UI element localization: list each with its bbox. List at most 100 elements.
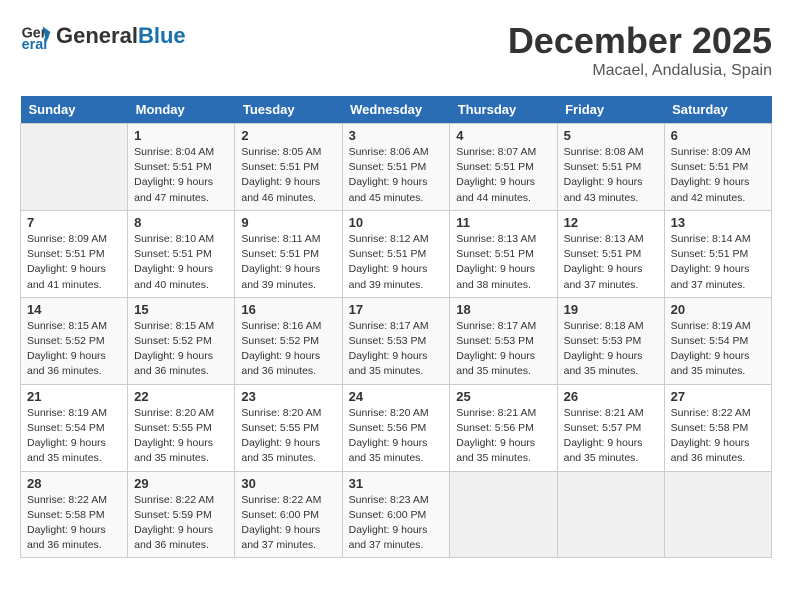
day-info: Sunrise: 8:10 AMSunset: 5:51 PMDaylight:… <box>134 232 228 293</box>
day-info: Sunrise: 8:22 AMSunset: 5:58 PMDaylight:… <box>27 493 121 554</box>
calendar-cell: 3 Sunrise: 8:06 AMSunset: 5:51 PMDaylight… <box>342 124 450 211</box>
day-info: Sunrise: 8:21 AMSunset: 5:57 PMDaylight:… <box>564 406 658 467</box>
weekday-header-sunday: Sunday <box>21 96 128 124</box>
weekday-header-thursday: Thursday <box>450 96 557 124</box>
calendar-table: SundayMondayTuesdayWednesdayThursdayFrid… <box>20 96 772 558</box>
day-info: Sunrise: 8:20 AMSunset: 5:55 PMDaylight:… <box>241 406 335 467</box>
day-info: Sunrise: 8:18 AMSunset: 5:53 PMDaylight:… <box>564 319 658 380</box>
day-number: 15 <box>134 302 228 317</box>
calendar-cell: 29 Sunrise: 8:22 AMSunset: 5:59 PMDayligh… <box>128 471 235 558</box>
day-info: Sunrise: 8:04 AMSunset: 5:51 PMDaylight:… <box>134 145 228 206</box>
day-number: 25 <box>456 389 550 404</box>
day-info: Sunrise: 8:22 AMSunset: 5:59 PMDaylight:… <box>134 493 228 554</box>
logo: Gen eral GeneralBlue <box>20 20 186 52</box>
day-number: 17 <box>349 302 444 317</box>
day-number: 12 <box>564 215 658 230</box>
day-number: 27 <box>671 389 765 404</box>
day-info: Sunrise: 8:08 AMSunset: 5:51 PMDaylight:… <box>564 145 658 206</box>
calendar-cell: 8 Sunrise: 8:10 AMSunset: 5:51 PMDaylight… <box>128 210 235 297</box>
calendar-cell: 19 Sunrise: 8:18 AMSunset: 5:53 PMDayligh… <box>557 297 664 384</box>
day-number: 28 <box>27 476 121 491</box>
calendar-cell: 7Sunrise: 8:09 AMSunset: 5:51 PMDaylight… <box>21 210 128 297</box>
weekday-header-wednesday: Wednesday <box>342 96 450 124</box>
day-number: 1 <box>134 128 228 143</box>
calendar-cell: 23 Sunrise: 8:20 AMSunset: 5:55 PMDayligh… <box>235 384 342 471</box>
day-number: 4 <box>456 128 550 143</box>
day-info: Sunrise: 8:17 AMSunset: 5:53 PMDaylight:… <box>349 319 444 380</box>
day-info: Sunrise: 8:23 AMSunset: 6:00 PMDaylight:… <box>349 493 444 554</box>
day-info: Sunrise: 8:19 AMSunset: 5:54 PMDaylight:… <box>671 319 765 380</box>
logo-icon: Gen eral <box>20 20 52 52</box>
calendar-cell: 18Sunrise: 8:17 AMSunset: 5:53 PMDayligh… <box>450 297 557 384</box>
day-number: 26 <box>564 389 658 404</box>
day-info: Sunrise: 8:12 AMSunset: 5:51 PMDaylight:… <box>349 232 444 293</box>
day-info: Sunrise: 8:15 AMSunset: 5:52 PMDaylight:… <box>27 319 121 380</box>
calendar-cell: 2 Sunrise: 8:05 AMSunset: 5:51 PMDaylight… <box>235 124 342 211</box>
week-row-2: 7Sunrise: 8:09 AMSunset: 5:51 PMDaylight… <box>21 210 772 297</box>
calendar-cell: 6 Sunrise: 8:09 AMSunset: 5:51 PMDaylight… <box>664 124 771 211</box>
calendar-cell: 10 Sunrise: 8:12 AMSunset: 5:51 PMDayligh… <box>342 210 450 297</box>
svg-text:eral: eral <box>22 37 48 52</box>
day-info: Sunrise: 8:16 AMSunset: 5:52 PMDaylight:… <box>241 319 335 380</box>
day-info: Sunrise: 8:14 AMSunset: 5:51 PMDaylight:… <box>671 232 765 293</box>
day-number: 19 <box>564 302 658 317</box>
calendar-title-section: December 2025 Macael, Andalusia, Spain <box>508 20 772 80</box>
calendar-cell: 9 Sunrise: 8:11 AMSunset: 5:51 PMDaylight… <box>235 210 342 297</box>
day-info: Sunrise: 8:05 AMSunset: 5:51 PMDaylight:… <box>241 145 335 206</box>
calendar-cell: 5 Sunrise: 8:08 AMSunset: 5:51 PMDaylight… <box>557 124 664 211</box>
day-number: 6 <box>671 128 765 143</box>
day-number: 30 <box>241 476 335 491</box>
calendar-cell: 27Sunrise: 8:22 AMSunset: 5:58 PMDayligh… <box>664 384 771 471</box>
day-number: 8 <box>134 215 228 230</box>
day-number: 2 <box>241 128 335 143</box>
weekday-header-saturday: Saturday <box>664 96 771 124</box>
calendar-cell: 14Sunrise: 8:15 AMSunset: 5:52 PMDayligh… <box>21 297 128 384</box>
calendar-cell: 28 Sunrise: 8:22 AMSunset: 5:58 PMDayligh… <box>21 471 128 558</box>
calendar-cell: 4Sunrise: 8:07 AMSunset: 5:51 PMDaylight… <box>450 124 557 211</box>
day-number: 3 <box>349 128 444 143</box>
weekday-header-tuesday: Tuesday <box>235 96 342 124</box>
day-info: Sunrise: 8:09 AMSunset: 5:51 PMDaylight:… <box>27 232 121 293</box>
calendar-cell: 20 Sunrise: 8:19 AMSunset: 5:54 PMDayligh… <box>664 297 771 384</box>
day-info: Sunrise: 8:13 AMSunset: 5:51 PMDaylight:… <box>456 232 550 293</box>
day-info: Sunrise: 8:09 AMSunset: 5:51 PMDaylight:… <box>671 145 765 206</box>
day-number: 5 <box>564 128 658 143</box>
week-row-5: 28 Sunrise: 8:22 AMSunset: 5:58 PMDayligh… <box>21 471 772 558</box>
weekday-header-monday: Monday <box>128 96 235 124</box>
day-number: 21 <box>27 389 121 404</box>
calendar-cell <box>450 471 557 558</box>
day-info: Sunrise: 8:21 AMSunset: 5:56 PMDaylight:… <box>456 406 550 467</box>
day-info: Sunrise: 8:11 AMSunset: 5:51 PMDaylight:… <box>241 232 335 293</box>
calendar-cell: 13 Sunrise: 8:14 AMSunset: 5:51 PMDayligh… <box>664 210 771 297</box>
calendar-cell <box>21 124 128 211</box>
day-number: 22 <box>134 389 228 404</box>
day-number: 18 <box>456 302 550 317</box>
calendar-cell: 11 Sunrise: 8:13 AMSunset: 5:51 PMDayligh… <box>450 210 557 297</box>
day-info: Sunrise: 8:06 AMSunset: 5:51 PMDaylight:… <box>349 145 444 206</box>
day-number: 13 <box>671 215 765 230</box>
day-info: Sunrise: 8:20 AMSunset: 5:56 PMDaylight:… <box>349 406 444 467</box>
calendar-cell: 17 Sunrise: 8:17 AMSunset: 5:53 PMDayligh… <box>342 297 450 384</box>
month-title: December 2025 <box>508 20 772 62</box>
calendar-cell: 12 Sunrise: 8:13 AMSunset: 5:51 PMDayligh… <box>557 210 664 297</box>
calendar-cell: 31Sunrise: 8:23 AMSunset: 6:00 PMDayligh… <box>342 471 450 558</box>
logo-text: GeneralBlue <box>56 24 186 48</box>
day-number: 9 <box>241 215 335 230</box>
day-number: 20 <box>671 302 765 317</box>
day-number: 23 <box>241 389 335 404</box>
day-number: 16 <box>241 302 335 317</box>
day-number: 10 <box>349 215 444 230</box>
day-info: Sunrise: 8:22 AMSunset: 6:00 PMDaylight:… <box>241 493 335 554</box>
day-info: Sunrise: 8:20 AMSunset: 5:55 PMDaylight:… <box>134 406 228 467</box>
day-number: 29 <box>134 476 228 491</box>
calendar-cell: 15 Sunrise: 8:15 AMSunset: 5:52 PMDayligh… <box>128 297 235 384</box>
calendar-cell: 16 Sunrise: 8:16 AMSunset: 5:52 PMDayligh… <box>235 297 342 384</box>
day-info: Sunrise: 8:15 AMSunset: 5:52 PMDaylight:… <box>134 319 228 380</box>
page-header: Gen eral GeneralBlue December 2025 Macae… <box>20 20 772 80</box>
location-title: Macael, Andalusia, Spain <box>508 62 772 80</box>
calendar-cell: 30 Sunrise: 8:22 AMSunset: 6:00 PMDayligh… <box>235 471 342 558</box>
day-info: Sunrise: 8:13 AMSunset: 5:51 PMDaylight:… <box>564 232 658 293</box>
day-number: 11 <box>456 215 550 230</box>
day-info: Sunrise: 8:19 AMSunset: 5:54 PMDaylight:… <box>27 406 121 467</box>
weekday-header-row: SundayMondayTuesdayWednesdayThursdayFrid… <box>21 96 772 124</box>
